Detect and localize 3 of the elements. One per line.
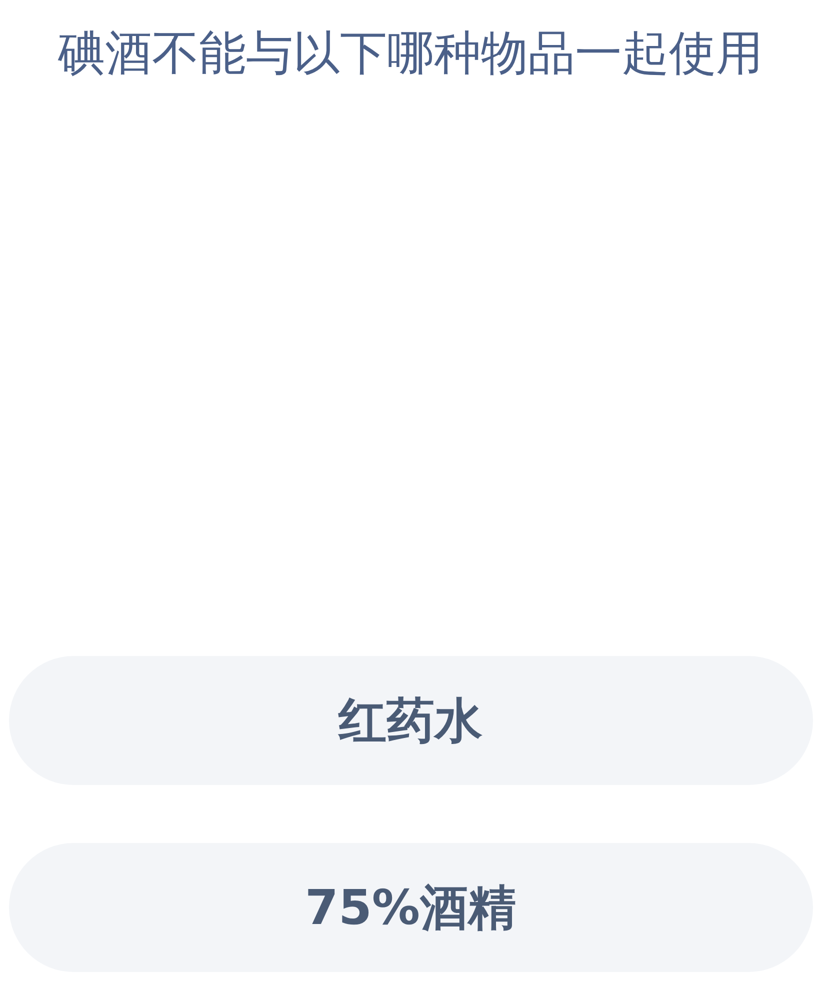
answer-option-button[interactable]: 75%酒精 [8,843,812,972]
question-text: 碘酒不能与以下哪种物品一起使用 [58,25,763,83]
answer-option-button[interactable]: 红药水 [8,656,812,785]
